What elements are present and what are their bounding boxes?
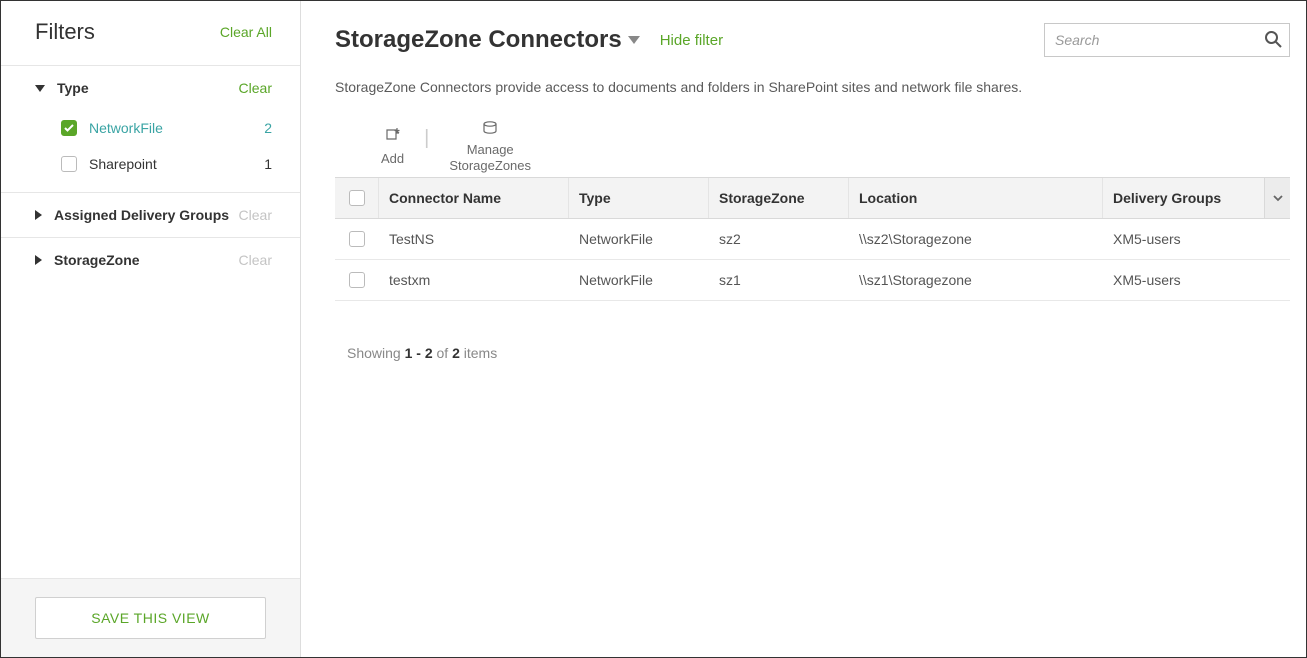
- checkbox-checked-icon[interactable]: [61, 120, 77, 136]
- filter-section-adg: Assigned Delivery Groups Clear: [1, 192, 300, 237]
- toolbar-separator: |: [414, 127, 439, 150]
- hide-filter-link[interactable]: Hide filter: [660, 32, 723, 49]
- toolbar: Add | Manage StorageZones: [335, 121, 1290, 173]
- search-icon[interactable]: [1264, 30, 1282, 51]
- row-checkbox[interactable]: [349, 231, 365, 247]
- storage-icon: [482, 121, 498, 138]
- column-storagezone[interactable]: StorageZone: [709, 178, 849, 218]
- cell-delivery-groups: XM5-users: [1103, 260, 1264, 300]
- main-content: StorageZone Connectors Hide filter Stora…: [301, 1, 1306, 657]
- filter-name-label: Type: [57, 80, 89, 96]
- search-box: [1044, 23, 1290, 57]
- page-description: StorageZone Connectors provide access to…: [335, 79, 1290, 95]
- clear-link-type[interactable]: Clear: [239, 80, 272, 96]
- select-all-checkbox[interactable]: [349, 190, 365, 206]
- caret-down-icon: [35, 85, 45, 92]
- page-title-text: StorageZone Connectors: [335, 26, 622, 54]
- cell-storagezone: sz2: [709, 219, 849, 259]
- column-options-button[interactable]: [1264, 178, 1290, 218]
- table-row[interactable]: TestNS NetworkFile sz2 \\sz2\Storagezone…: [335, 219, 1290, 260]
- search-input[interactable]: [1044, 23, 1290, 57]
- add-label: Add: [381, 151, 404, 167]
- table-header: Connector Name Type StorageZone Location…: [335, 178, 1290, 219]
- cell-name: testxm: [379, 260, 569, 300]
- filter-name-label: StorageZone: [54, 252, 140, 268]
- filter-header-adg[interactable]: Assigned Delivery Groups Clear: [1, 193, 300, 237]
- filter-header-type[interactable]: Type Clear: [1, 66, 300, 110]
- table-row[interactable]: testxm NetworkFile sz1 \\sz1\Storagezone…: [335, 260, 1290, 301]
- filter-section-sz: StorageZone Clear: [1, 237, 300, 282]
- filter-item-networkfile[interactable]: NetworkFile 2: [35, 110, 272, 146]
- clear-link-sz: Clear: [239, 252, 272, 268]
- column-connector-name[interactable]: Connector Name: [379, 178, 569, 218]
- clear-link-adg: Clear: [239, 207, 272, 223]
- cell-name: TestNS: [379, 219, 569, 259]
- filter-item-label: Sharepoint: [89, 156, 157, 172]
- caret-right-icon: [35, 255, 42, 265]
- filter-item-count: 1: [264, 156, 272, 172]
- cell-location: \\sz1\Storagezone: [849, 260, 1103, 300]
- add-icon: [385, 128, 401, 147]
- pagination-status: Showing 1 - 2 of 2 items: [335, 301, 1290, 361]
- add-button[interactable]: Add: [371, 128, 414, 167]
- column-delivery-groups[interactable]: Delivery Groups: [1103, 178, 1264, 218]
- column-location[interactable]: Location: [849, 178, 1103, 218]
- select-all-cell: [335, 178, 379, 218]
- filters-sidebar: Filters Clear All Type Clear NetworkF: [1, 1, 301, 657]
- filter-item-label: NetworkFile: [89, 120, 163, 136]
- cell-type: NetworkFile: [569, 219, 709, 259]
- cell-delivery-groups: XM5-users: [1103, 219, 1264, 259]
- checkbox-unchecked-icon[interactable]: [61, 156, 77, 172]
- page-title[interactable]: StorageZone Connectors: [335, 26, 640, 54]
- caret-right-icon: [35, 210, 42, 220]
- column-type[interactable]: Type: [569, 178, 709, 218]
- cell-location: \\sz2\Storagezone: [849, 219, 1103, 259]
- cell-type: NetworkFile: [569, 260, 709, 300]
- manage-label: Manage StorageZones: [449, 142, 531, 173]
- sidebar-footer: SAVE THIS VIEW: [1, 578, 300, 657]
- filter-section-type: Type Clear NetworkFile 2: [1, 65, 300, 192]
- row-checkbox[interactable]: [349, 272, 365, 288]
- filters-title: Filters: [35, 19, 95, 45]
- clear-all-link[interactable]: Clear All: [220, 24, 272, 40]
- manage-storagezones-button[interactable]: Manage StorageZones: [439, 121, 541, 173]
- save-view-button[interactable]: SAVE THIS VIEW: [35, 597, 266, 639]
- filter-header-sz[interactable]: StorageZone Clear: [1, 238, 300, 282]
- filter-name-label: Assigned Delivery Groups: [54, 207, 229, 223]
- filter-item-count: 2: [264, 120, 272, 136]
- filter-item-sharepoint[interactable]: Sharepoint 1: [35, 146, 272, 182]
- chevron-down-icon: [628, 36, 640, 44]
- connectors-table: Connector Name Type StorageZone Location…: [335, 177, 1290, 301]
- cell-storagezone: sz1: [709, 260, 849, 300]
